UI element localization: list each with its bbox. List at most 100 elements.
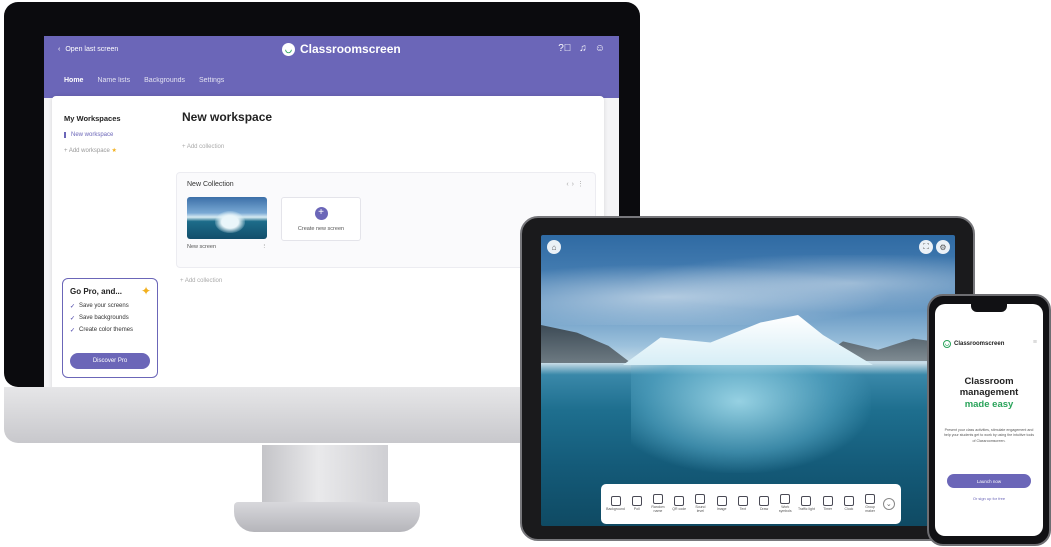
tool-label: Work symbols (778, 505, 792, 513)
hero-title-line2: management (959, 387, 1019, 399)
sparkle-icon: ✦ (140, 284, 151, 298)
draw-icon (759, 496, 770, 507)
screen-card[interactable]: New screen ⋮ (187, 197, 267, 255)
collection-controls: ‹›⋮ (566, 180, 587, 188)
create-new-screen-label: Create new screen (297, 225, 345, 232)
phone-brand-name: Classroomscreen (954, 341, 1005, 347)
more-tools-button[interactable]: ⌄ (882, 498, 895, 510)
screen-card-footer: New screen ⋮ (187, 244, 267, 250)
sky-clouds (541, 255, 955, 325)
monitor-stand-foot (234, 502, 420, 532)
phone-hero-body: Present your class activities, stimulate… (943, 428, 1035, 443)
clock-icon (843, 496, 854, 507)
sidebar-item-new-workspace[interactable]: New workspace (64, 132, 164, 138)
tool-random-name[interactable]: Random name (649, 494, 666, 514)
screen-name: New screen (187, 244, 217, 250)
image-icon (716, 496, 727, 507)
random-name-icon (652, 494, 663, 505)
workspace-sidebar: My Workspaces New workspace + Add worksp… (64, 114, 164, 154)
tool-clock[interactable]: Clock (840, 496, 857, 512)
tool-timer[interactable]: Timer (819, 496, 836, 512)
pro-feature-list: ✓ Save your screens ✓ Save backgrounds ✓… (70, 303, 150, 334)
launch-now-button[interactable]: Launch now (947, 474, 1031, 488)
settings-icon[interactable]: ⚙ (936, 240, 950, 254)
tablet-device: ⌂ ⛶ ⚙ Background Poll Random name QR cod… (520, 216, 975, 541)
tool-label: QR code (672, 507, 687, 512)
checkmark-icon: ✓ (70, 316, 76, 322)
pro-feature-label: Save your screens (79, 303, 129, 309)
nav-home[interactable]: Home (64, 77, 83, 84)
tool-label: Sound level (695, 505, 706, 513)
pro-feature-item: ✓ Save your screens (70, 303, 150, 310)
checkmark-icon: ✓ (70, 304, 76, 310)
chevron-down-icon: ⌄ (885, 501, 892, 508)
nav-backgrounds[interactable]: Backgrounds (144, 77, 185, 84)
tool-background[interactable]: Background (606, 496, 625, 512)
help-icon[interactable]: ?⃝ (558, 43, 571, 54)
poll-icon (631, 496, 642, 507)
pro-feature-label: Save backgrounds (79, 315, 129, 321)
nav-settings[interactable]: Settings (199, 77, 224, 84)
add-collection-top-button[interactable]: + Add collection (182, 144, 592, 150)
monitor-stand-neck (262, 445, 388, 503)
collection-title[interactable]: New Collection (187, 181, 234, 188)
main-nav: Home Name lists Backgrounds Settings (64, 77, 224, 84)
user-icon[interactable]: ☺ (595, 43, 605, 54)
iceberg-underwater (631, 363, 871, 473)
tool-qr-code[interactable]: QR code (671, 496, 688, 512)
sound-level-icon (695, 494, 706, 505)
pro-feature-item: ✓ Create color themes (70, 327, 150, 334)
qr-code-icon (674, 496, 685, 507)
topbar-icons: ?⃝ ♫ ☺ (558, 43, 605, 54)
mountain-left (541, 325, 631, 363)
add-workspace-label: + Add workspace (64, 148, 110, 154)
fullscreen-icon[interactable]: ⛶ (919, 240, 933, 254)
add-collection-bottom-button[interactable]: + Add collection (180, 278, 222, 284)
discover-pro-button[interactable]: Discover Pro (70, 353, 150, 369)
tool-text[interactable]: Text (734, 496, 751, 512)
tool-label: Traffic light (798, 507, 815, 512)
sign-up-link[interactable]: Or sign up for free (935, 496, 1043, 501)
tool-draw[interactable]: Draw (756, 496, 773, 512)
traffic-light-icon (801, 496, 812, 507)
tool-label: Timer (823, 507, 833, 512)
tool-image[interactable]: Image (713, 496, 730, 512)
background-icon (610, 496, 621, 507)
classroomscreen-logo-icon: ◡ (282, 42, 295, 56)
phone-screen: ◡ Classroomscreen ≡ Classroom management… (935, 304, 1043, 536)
more-vertical-icon[interactable]: ⋮ (262, 244, 268, 250)
tool-label: Text (739, 507, 747, 512)
tablet-screen: ⌂ ⛶ ⚙ Background Poll Random name QR cod… (541, 235, 955, 526)
timer-icon (822, 496, 833, 507)
tool-label: Draw (759, 507, 769, 512)
tool-poll[interactable]: Poll (628, 496, 645, 512)
create-new-screen-button[interactable]: + Create new screen (281, 197, 361, 241)
open-last-screen-link[interactable]: ‹ Open last screen (58, 46, 118, 53)
more-vertical-icon[interactable]: ⋮ (577, 181, 587, 188)
home-icon[interactable]: ⌂ (547, 240, 561, 254)
phone-header: ◡ Classroomscreen (943, 340, 1004, 348)
add-workspace-button[interactable]: + Add workspace ★ (64, 147, 164, 154)
tool-sound-level[interactable]: Sound level (692, 494, 709, 514)
bell-icon[interactable]: ♫ (579, 43, 587, 54)
menu-icon[interactable]: ≡ (1033, 339, 1037, 346)
tool-label: Clock (844, 507, 854, 512)
pro-star-icon: ★ (111, 148, 117, 154)
tool-group-maker[interactable]: Group maker (862, 494, 879, 514)
pro-feature-label: Create color themes (79, 327, 134, 333)
tool-work-symbols[interactable]: Work symbols (777, 494, 794, 514)
workspace-title[interactable]: New workspace (182, 110, 592, 124)
phone-device: ◡ Classroomscreen ≡ Classroom management… (927, 294, 1051, 546)
open-last-screen-label: Open last screen (65, 46, 119, 53)
tool-label: Random name (651, 505, 665, 513)
work-symbols-icon (780, 494, 791, 505)
tool-label: Group maker (865, 505, 875, 513)
phone-notch (971, 304, 1007, 312)
tool-traffic-light[interactable]: Traffic light (798, 496, 815, 512)
screen-thumbnail[interactable] (187, 197, 267, 239)
tool-label: Background (606, 507, 625, 512)
nav-name-lists[interactable]: Name lists (97, 77, 130, 84)
app-logo[interactable]: ◡ Classroomscreen (282, 42, 401, 56)
pro-feature-item: ✓ Save backgrounds (70, 315, 150, 322)
classroomscreen-logo-icon: ◡ (943, 340, 951, 348)
